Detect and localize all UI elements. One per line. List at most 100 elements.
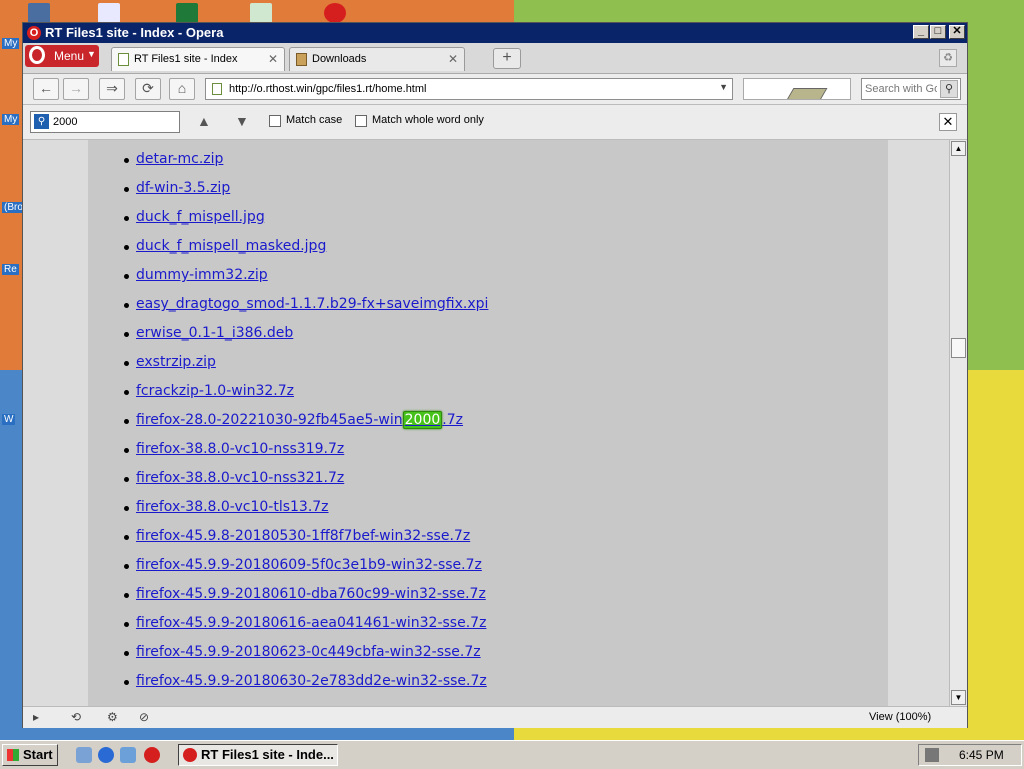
desktop-clock-icon[interactable]	[250, 3, 272, 23]
list-item: firefox-38.8.0-vc10-nss319.7z	[124, 440, 488, 469]
trash-icon[interactable]: ♻	[939, 49, 957, 67]
search-icon[interactable]: ⚲	[940, 80, 958, 98]
vertical-scrollbar[interactable]: ▲ ▼	[949, 140, 967, 706]
navigation-bar: ← → ⇒ ⟳ ⌂ http://o.rthost.win/gpc/files1…	[23, 74, 967, 105]
file-link[interactable]: firefox-45.9.9-20180623-0c449cbfa-win32-…	[136, 644, 481, 660]
find-input[interactable]	[53, 114, 173, 130]
file-link[interactable]: easy_dragtogo_smod-1.1.7.b29-fx+saveimgf…	[136, 296, 488, 312]
match-case-checkbox[interactable]	[269, 115, 281, 127]
chevron-down-icon[interactable]: ▼	[719, 82, 728, 92]
list-item: dummy-imm32.zip	[124, 266, 488, 295]
list-item: firefox-38.8.0-vc10-tls13.7z	[124, 498, 488, 527]
file-link[interactable]: firefox-38.8.0-vc10-nss319.7z	[136, 441, 344, 457]
search-box[interactable]: Search with Google ⚲	[861, 78, 961, 100]
start-button[interactable]: Start	[2, 744, 58, 766]
taskbar-item-opera[interactable]: RT Files1 site - Inde...	[178, 744, 338, 766]
list-item: firefox-45.9.9-20180616-aea041461-win32-…	[124, 614, 488, 643]
browser-window: O RT Files1 site - Index - Opera _ □ ✕ M…	[22, 22, 968, 728]
tab-bar: Menu ▼ RT Files1 site - Index ✕ Download…	[23, 43, 967, 74]
address-bar[interactable]: http://o.rthost.win/gpc/files1.rt/home.h…	[205, 78, 733, 100]
find-close-button[interactable]: ✕	[939, 113, 957, 131]
list-item: df-win-3.5.zip	[124, 179, 488, 208]
tab-close-icon[interactable]: ✕	[268, 52, 278, 66]
taskbar-item-label: RT Files1 site - Inde...	[201, 747, 334, 762]
whole-word-checkbox[interactable]	[355, 115, 367, 127]
list-item: firefox-45.9.9-20180630-2e783dd2e-win32-…	[124, 672, 488, 701]
search-icon: ⚲	[34, 114, 49, 129]
file-link[interactable]: firefox-45.9.8-20180530-1ff8f7bef-win32-…	[136, 528, 470, 544]
find-field[interactable]: ⚲	[30, 111, 180, 133]
back-button[interactable]: ←	[33, 78, 59, 100]
list-item: firefox-45.9.9-20180609-5f0c3e1b9-win32-…	[124, 556, 488, 585]
fast-forward-button[interactable]: ⇒	[99, 78, 125, 100]
reload-button[interactable]: ⟳	[135, 78, 161, 100]
file-link[interactable]: firefox-45.9.9-20180610-dba760c99-win32-…	[136, 586, 486, 602]
title-bar[interactable]: O RT Files1 site - Index - Opera _ □ ✕	[23, 23, 967, 43]
file-link[interactable]: firefox-38.8.0-vc10-tls13.7z	[136, 499, 329, 515]
page-viewport: detar-mc.zip df-win-3.5.zip duck_f_mispe…	[23, 140, 949, 706]
desktop-label[interactable]: W	[2, 414, 16, 425]
start-label: Start	[23, 747, 53, 762]
forward-button[interactable]: →	[63, 78, 89, 100]
file-link[interactable]: firefox-38.8.0-vc10-nss321.7z	[136, 470, 344, 486]
list-item: easy_dragtogo_smod-1.1.7.b29-fx+saveimgf…	[124, 295, 488, 324]
desktop-computer-icon[interactable]	[28, 3, 50, 23]
tab-index[interactable]: RT Files1 site - Index ✕	[111, 47, 285, 71]
whole-word-label: Match whole word only	[372, 114, 484, 126]
file-link[interactable]: detar-mc.zip	[136, 151, 223, 167]
tab-label: RT Files1 site - Index	[134, 53, 238, 65]
file-link[interactable]: erwise_0.1-1_i386.deb	[136, 325, 293, 341]
desktop-opera-icon[interactable]	[324, 3, 346, 23]
desktop-label[interactable]: My	[2, 114, 20, 125]
link-text: firefox-28.0-20221030-92fb45ae5-win	[136, 412, 403, 428]
scroll-down-button[interactable]: ▼	[951, 690, 966, 705]
list-item: duck_f_mispell_masked.jpg	[124, 237, 488, 266]
file-link[interactable]: exstrzip.zip	[136, 354, 216, 370]
maximize-button[interactable]: □	[930, 25, 946, 39]
show-desktop-icon[interactable]	[76, 747, 92, 763]
file-link[interactable]: df-win-3.5.zip	[136, 180, 230, 196]
tab-label: Downloads	[312, 53, 367, 65]
network-icon[interactable]	[120, 747, 136, 763]
opera-quicklaunch-icon[interactable]	[144, 747, 160, 763]
content-block-icon[interactable]: ⊘	[139, 710, 149, 724]
turbo-icon[interactable]: ⚙	[107, 710, 118, 724]
desktop-label[interactable]: Re	[2, 264, 19, 275]
minimize-button[interactable]: _	[913, 25, 929, 39]
find-previous-button[interactable]: ▲	[197, 113, 211, 129]
desktop-label[interactable]: My	[2, 38, 20, 49]
close-button[interactable]: ✕	[949, 25, 965, 39]
new-tab-button[interactable]: +	[493, 48, 521, 69]
desktop-mail-icon[interactable]	[98, 3, 120, 23]
speed-dial-thumbnail[interactable]	[743, 78, 851, 100]
file-link[interactable]: dummy-imm32.zip	[136, 267, 268, 283]
search-placeholder: Search with Google	[865, 83, 937, 95]
tab-close-icon[interactable]: ✕	[448, 52, 458, 66]
list-item: firefox-38.8.0-vc10-nss321.7z	[124, 469, 488, 498]
file-link[interactable]: firefox-45.9.9-20180609-5f0c3e1b9-win32-…	[136, 557, 482, 573]
home-button[interactable]: ⌂	[169, 78, 195, 100]
file-list: detar-mc.zip df-win-3.5.zip duck_f_mispe…	[124, 150, 488, 701]
opera-logo-icon	[29, 46, 45, 64]
menu-label: Menu	[54, 49, 85, 63]
tray-network-icon[interactable]	[925, 748, 939, 762]
clock[interactable]: 6:45 PM	[959, 748, 1004, 762]
zoom-control[interactable]: View (100%)	[869, 711, 931, 723]
find-next-button[interactable]: ▼	[235, 113, 249, 129]
internet-explorer-icon[interactable]	[98, 747, 114, 763]
file-link-match[interactable]: firefox-28.0-20221030-92fb45ae5-win 2000.…	[136, 411, 463, 429]
desktop-excel-icon[interactable]	[176, 3, 198, 23]
file-link[interactable]: duck_f_mispell_masked.jpg	[136, 238, 326, 254]
sync-icon[interactable]: ⟲	[71, 710, 81, 724]
file-link[interactable]: firefox-45.9.9-20180616-aea041461-win32-…	[136, 615, 486, 631]
file-link[interactable]: duck_f_mispell.jpg	[136, 209, 265, 225]
panel-toggle-icon[interactable]: ▸	[33, 710, 39, 724]
scroll-thumb[interactable]	[951, 338, 966, 358]
opera-menu-button[interactable]: Menu ▼	[25, 45, 99, 67]
tab-downloads[interactable]: Downloads ✕	[289, 47, 465, 71]
file-link[interactable]: firefox-45.9.9-20180630-2e783dd2e-win32-…	[136, 673, 487, 689]
file-link[interactable]: fcrackzip-1.0-win32.7z	[136, 383, 294, 399]
opera-icon	[183, 748, 197, 762]
find-bar: ⚲ ▲ ▼ Match case Match whole word only ✕	[23, 105, 967, 140]
scroll-up-button[interactable]: ▲	[951, 141, 966, 156]
